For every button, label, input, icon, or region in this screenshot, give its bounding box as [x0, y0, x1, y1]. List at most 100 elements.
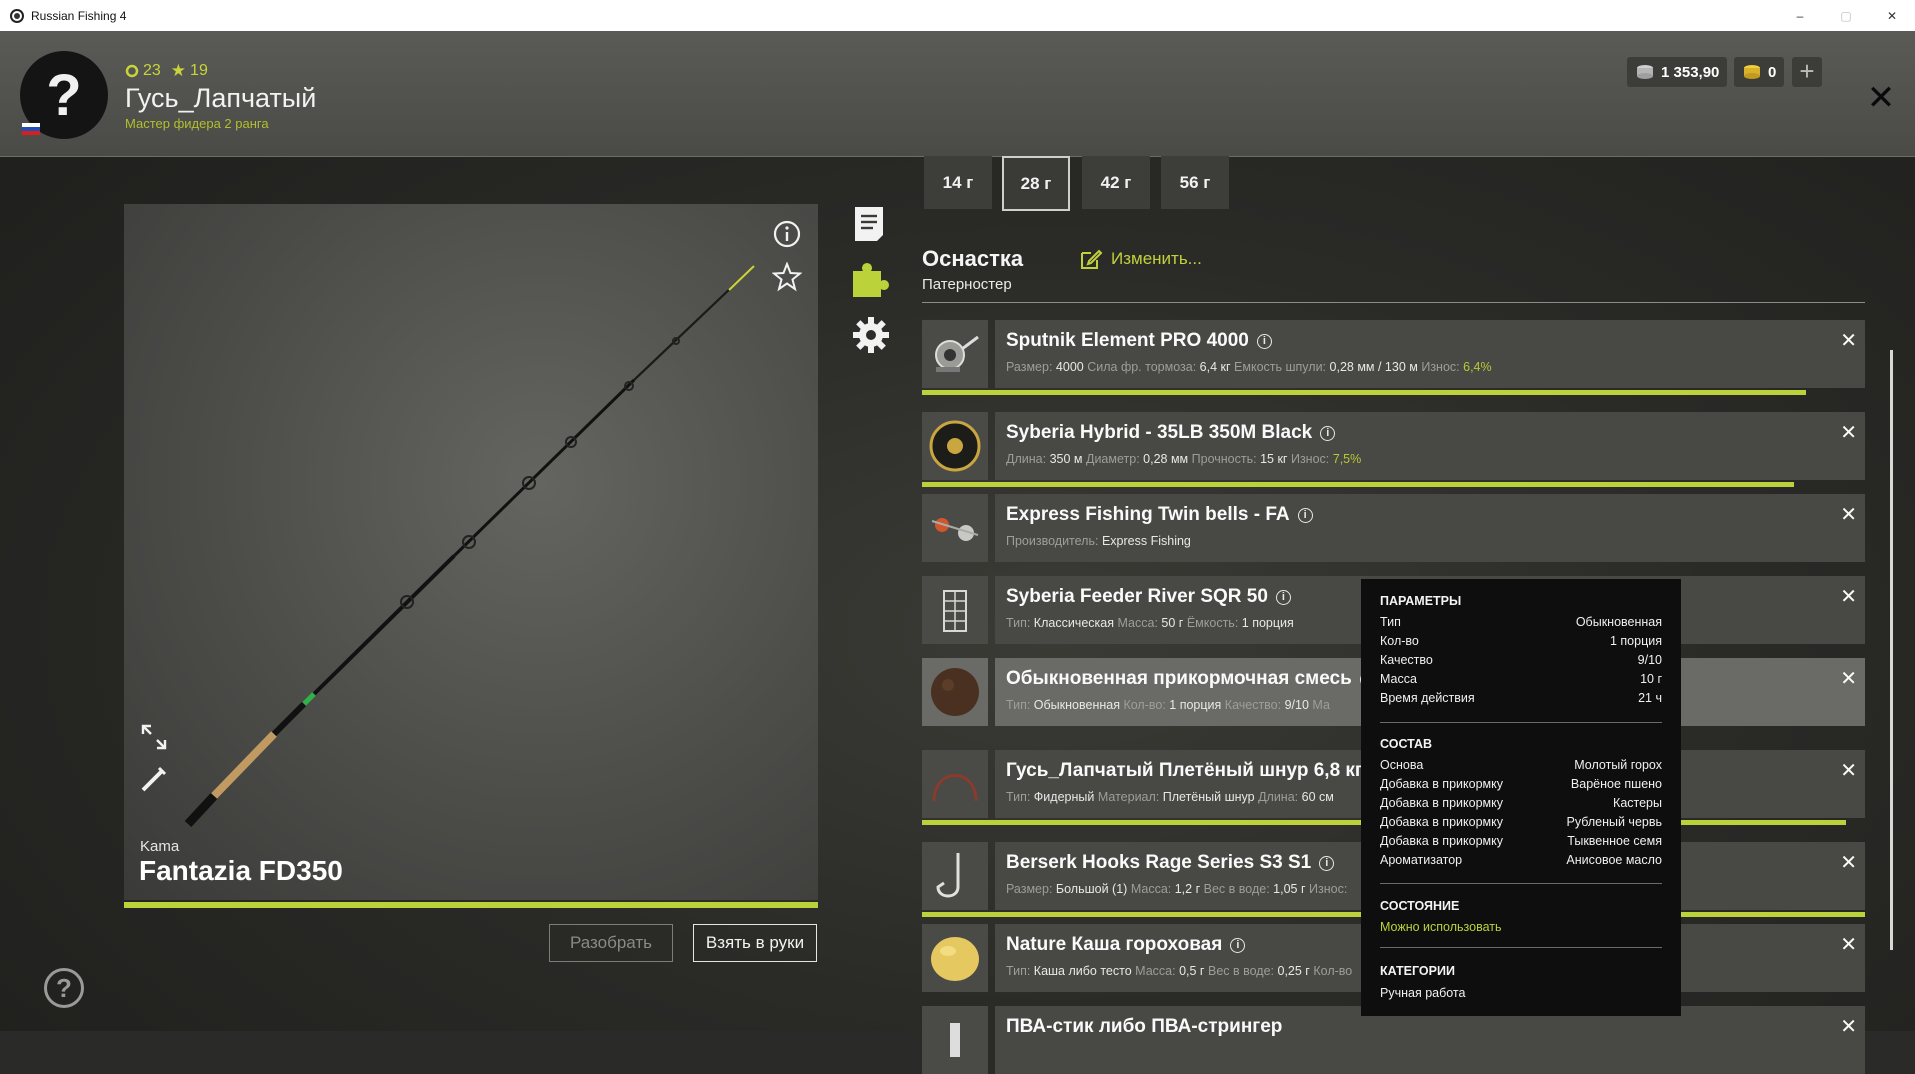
item-detail-label: Масса: [1130, 882, 1172, 896]
expand-icon[interactable] [139, 722, 169, 752]
item-info-icon[interactable]: i [1320, 425, 1336, 441]
remove-item-icon[interactable]: ✕ [1840, 666, 1857, 691]
tackle-item[interactable]: Express Fishing Twin bells - FA i Производ… [922, 494, 1865, 562]
change-tackle-link[interactable]: Изменить... [1079, 248, 1202, 270]
item-name: Обыкновенная прикормочная смесьi [1006, 668, 1375, 690]
item-info-icon[interactable]: i [1256, 333, 1272, 349]
tooltip-composition-row: Добавка в прикормку Кастеры [1380, 796, 1662, 810]
section-divider [922, 302, 1865, 303]
item-detail-label: Длина: [1258, 790, 1299, 804]
settings-gear-icon[interactable] [851, 315, 891, 355]
item-detail-value: Каша либо тесто [1033, 964, 1132, 978]
tooltip-composition-row: Добавка в прикормку Варёное пшено [1380, 777, 1662, 791]
item-name-text: Sputnik Element PRO 4000 [1006, 330, 1249, 351]
item-detail-label: Износ: [1309, 882, 1348, 896]
tooltip-param-row: Время действия 21 ч [1380, 691, 1662, 705]
favorite-star-icon[interactable] [772, 262, 802, 292]
add-gold-button[interactable]: + [1792, 57, 1822, 87]
item-name: Гусь_Лапчатый Плетёный шнур 6,8 кгi [1006, 760, 1386, 782]
tackle-puzzle-icon[interactable] [851, 259, 891, 299]
info-icon[interactable] [772, 219, 802, 249]
remove-item-icon[interactable]: ✕ [1840, 932, 1857, 957]
item-durability-bar [922, 390, 1806, 395]
item-thumbnail [922, 412, 988, 480]
item-details: Тип: Каша либо тесто Масса: 0,5 г Вес в … [1006, 964, 1352, 978]
silver-coins-icon [1637, 65, 1653, 79]
minimize-button[interactable]: – [1777, 0, 1823, 31]
item-info-icon[interactable]: i [1319, 855, 1335, 871]
tooltip-param-row: Качество 9/10 [1380, 653, 1662, 667]
customize-brush-icon[interactable] [139, 764, 169, 794]
level-value: 23 [143, 62, 161, 79]
item-detail-label: Износ: [1290, 452, 1330, 466]
weight-tab-28[interactable]: 28 г [1002, 156, 1070, 211]
item-thumbnail [922, 320, 988, 388]
item-detail-value: 1,2 г [1174, 882, 1201, 896]
remove-item-icon[interactable]: ✕ [1840, 420, 1857, 445]
item-details: Размер: Большой (1) Масса: 1,2 г Вес в в… [1006, 882, 1347, 896]
item-name: Syberia Feeder River SQR 50 i [1006, 586, 1291, 608]
item-name-text: Syberia Hybrid - 35LB 350M Black [1006, 422, 1313, 443]
scrollbar[interactable] [1890, 350, 1893, 950]
tackle-item[interactable]: ПВА-стик либо ПВА-стрингер ✕ [922, 1006, 1865, 1074]
weight-tab-14[interactable]: 14 г [924, 156, 992, 209]
item-details: Длина: 350 м Диаметр: 0,28 мм Прочность:… [1006, 452, 1361, 466]
item-detail-value: Плетёный шнур [1162, 790, 1255, 804]
tackle-item[interactable]: Sputnik Element PRO 4000 i Размер: 4000 Си… [922, 320, 1865, 395]
item-detail-value: Обыкновенная [1033, 698, 1120, 712]
item-info-icon[interactable]: i [1297, 507, 1313, 523]
item-detail-label: Тип: [1006, 698, 1031, 712]
app-logo-icon [10, 8, 24, 23]
item-detail-value: 1 порция [1241, 616, 1294, 630]
item-name-text: Syberia Feeder River SQR 50 [1006, 586, 1268, 607]
window-title: Russian Fishing 4 [31, 8, 127, 23]
item-info-icon[interactable]: i [1275, 589, 1291, 605]
item-detail-label: Вес в воде: [1207, 964, 1275, 978]
item-detail-label: Диаметр: [1085, 452, 1140, 466]
stars-value: 19 [190, 62, 208, 79]
description-icon[interactable] [851, 205, 887, 243]
item-thumbnail [922, 842, 988, 910]
item-thumbnail [922, 658, 988, 726]
remove-item-icon[interactable]: ✕ [1840, 328, 1857, 353]
item-detail-label: Тип: [1006, 790, 1031, 804]
remove-item-icon[interactable]: ✕ [1840, 758, 1857, 783]
item-detail-value: 4000 [1055, 360, 1084, 374]
tooltip-composition-row: Добавка в прикормку Тыквенное семя [1380, 834, 1662, 848]
item-detail-value: Большой (1) [1055, 882, 1128, 896]
item-detail-label: Тип: [1006, 964, 1031, 978]
tackle-item[interactable]: Syberia Hybrid - 35LB 350M Black i Длина: … [922, 412, 1865, 487]
item-detail-value: Express Fishing [1101, 534, 1191, 548]
pea-porridge-icon [931, 937, 979, 981]
disassemble-button[interactable]: Разобрать [549, 924, 673, 962]
remove-item-icon[interactable]: ✕ [1840, 584, 1857, 609]
item-name-text: Express Fishing Twin bells - FA [1006, 504, 1290, 525]
tackle-title: Оснастка [922, 246, 1024, 271]
take-in-hands-button[interactable]: Взять в руки [693, 924, 817, 962]
remove-item-icon[interactable]: ✕ [1840, 850, 1857, 875]
remove-item-icon[interactable]: ✕ [1840, 1014, 1857, 1039]
tooltip-param-row: Кол-во 1 порция [1380, 634, 1662, 648]
item-thumbnail [922, 494, 988, 562]
tooltip-params-title: ПАРАМЕТРЫ [1380, 594, 1462, 608]
help-icon[interactable]: ? [44, 968, 84, 1008]
item-detail-value: 0,28 мм / 130 м [1329, 360, 1418, 374]
item-details: Тип: Фидерный Материал: Плетёный шнур Дл… [1006, 790, 1334, 804]
item-detail-value: Фидерный [1033, 790, 1095, 804]
weight-tab-42[interactable]: 42 г [1082, 156, 1150, 209]
item-details: Тип: Классическая Масса: 50 г Ёмкость: 1… [1006, 616, 1294, 630]
tooltip-composition-row: Добавка в прикормку Рубленый червь [1380, 815, 1662, 829]
item-info-icon[interactable]: i [1230, 937, 1246, 953]
window-close-button[interactable]: ✕ [1869, 0, 1915, 31]
close-icon[interactable]: ✕ [1866, 81, 1896, 117]
maximize-button[interactable]: ▢ [1823, 0, 1869, 31]
remove-item-icon[interactable]: ✕ [1840, 502, 1857, 527]
item-detail-label: Прочность: [1191, 452, 1257, 466]
player-name: Гусь_Лапчатый [125, 83, 317, 113]
item-detail-label: Материал: [1097, 790, 1160, 804]
item-durability-bar [922, 482, 1794, 487]
bait-tooltip: ПАРАМЕТРЫ Тип Обыкновенная Кол-во 1 порция… [1361, 579, 1681, 1016]
edit-icon [1081, 249, 1103, 269]
item-name: Syberia Hybrid - 35LB 350M Black i [1006, 422, 1336, 444]
weight-tab-56[interactable]: 56 г [1161, 156, 1229, 209]
